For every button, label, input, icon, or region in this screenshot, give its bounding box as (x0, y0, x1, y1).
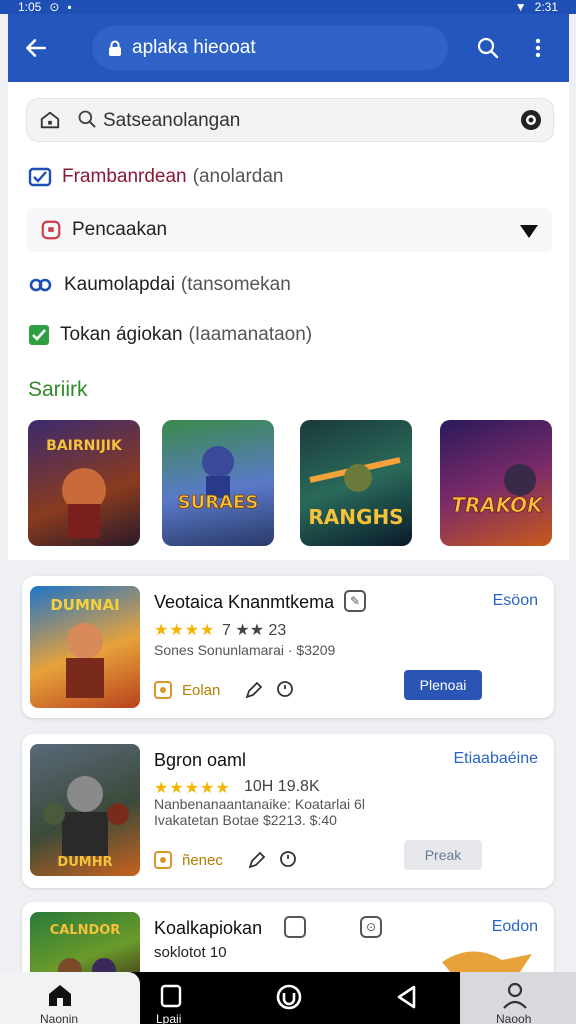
app-card-2-badge-row: ñenec (154, 850, 297, 870)
app-card-3-thumb-label: CALNDOR (50, 923, 121, 938)
edit-icon (245, 681, 263, 699)
search-icon (477, 37, 499, 59)
nav-profile-label: Naooh (496, 1012, 532, 1024)
edit-icon (248, 851, 266, 869)
home-outline-icon (40, 111, 60, 129)
featured-tile-4-label: TRAKOK (451, 493, 544, 517)
app-card-2-badge: ñenec (182, 851, 223, 869)
app-card-3-timer-icon: ⊙ (360, 916, 382, 938)
featured-tile-2[interactable]: SURAES (162, 420, 274, 546)
menu-row-3-label: Kaumolapdai (64, 274, 175, 295)
category-dropdown[interactable]: Pencaakan (26, 208, 552, 252)
app-card-2-stars: ★★★★★ (154, 780, 231, 797)
url-bar[interactable]: aplaka hieooat (92, 26, 448, 70)
back-arrow-icon (26, 39, 46, 57)
featured-tile-4[interactable]: TRAKOK (440, 420, 552, 546)
app-card-2-link[interactable]: Etiaabaéine (453, 750, 538, 768)
more-options-button[interactable] (520, 30, 556, 66)
menu-row-1-sub: (anolardan (192, 166, 284, 187)
app-card-1-badge: Eolan (182, 681, 221, 699)
app-card-2-rating: 10H 19.8K (244, 778, 320, 795)
back-nav-icon[interactable] (394, 984, 420, 1010)
nav-home-label: Naonin (40, 1012, 79, 1024)
lock-icon (109, 40, 121, 56)
app-card-1-link[interactable]: Esöon (493, 592, 538, 610)
main-panel: Satseanolangan Frambanrdean (anolardan Pe… (8, 82, 569, 560)
featured-tile-3-label: RANGHS (308, 505, 403, 529)
search-button[interactable] (470, 30, 506, 66)
app-card-2[interactable]: DUMHR Bgron oaml Etiaabaéine ★★★★★ 10H 1… (22, 734, 554, 888)
nav-profile[interactable]: Naooh (460, 972, 576, 1024)
status-time: 1:05 (18, 0, 42, 14)
search-bar[interactable]: Satseanolangan (26, 98, 554, 142)
center-logo-icon[interactable] (276, 984, 302, 1010)
app-card-1-meta: Sones Sonunlamarai · $3209 (154, 642, 336, 658)
app-card-2-thumb-label: DUMHR (57, 855, 112, 870)
menu-row-4[interactable]: Tokan ágiokan (Iaamanataon) (28, 324, 312, 346)
nav-tab-2-label: Lpaii (156, 1012, 182, 1024)
wifi-icon: ▼ (514, 0, 527, 14)
menu-row-3[interactable]: Kaumolapdai (tansomekan (28, 274, 291, 296)
app-card-2-title: Bgron oaml (154, 750, 247, 770)
lock-status-icon: ▪ (67, 0, 72, 14)
dropdown-label: Pencaakan (72, 219, 168, 240)
featured-tile-2-label: SURAES (178, 492, 259, 513)
featured-tile-1[interactable]: BAIRNIJIK (28, 420, 140, 546)
featured-tile-3[interactable]: RANGHS (300, 420, 412, 546)
app-card-1-rating: 7 ★★ 23 (222, 622, 287, 639)
app-card-1-thumb: DUMNAI (30, 586, 140, 708)
app-card-2-thumb: DUMHR (30, 744, 140, 876)
chevron-down-icon (520, 225, 538, 238)
app-card-3-title: Koalkapiokan (154, 918, 263, 938)
app-card-2-action-button[interactable]: Preak (404, 840, 482, 870)
app-card-3-tag-icon (284, 916, 306, 938)
check-green-icon (29, 325, 49, 345)
app-card-2-meta-1: Nanbenanaantanaike: Koatarlai 6l (154, 796, 365, 812)
app-bar: aplaka hieooat (8, 14, 569, 82)
search-icon (78, 110, 96, 128)
menu-row-4-label: Tokan ágiokan (60, 324, 183, 345)
battery-text: 2:31 (534, 0, 558, 14)
app-card-2-meta-2: Ivakatetan Botae $2213. $:40 (154, 812, 337, 828)
app-card-1-action-button[interactable]: Plenoai (404, 670, 482, 700)
more-vert-icon (535, 38, 541, 58)
app-card-1-badge-row: Eolan (154, 680, 294, 700)
featured-tiles: BAIRNIJIK SURAES RANGHS TRAKOK (28, 420, 554, 546)
checkbox-blue-icon (28, 167, 52, 187)
app-card-1[interactable]: DUMNAI Veotaica Knanmtkema ✎ Esöon ★★★★ … (22, 576, 554, 718)
menu-row-1-label: Frambanrdean (62, 166, 187, 187)
bottom-nav: Naonin Lpaii Naooh (0, 972, 576, 1024)
square-icon (160, 984, 182, 1008)
section-title: Sariirk (28, 378, 88, 401)
menu-row-4-sub: (Iaamanataon) (188, 324, 313, 345)
timer-icon (277, 681, 294, 697)
nav-home[interactable]: Naonin (0, 972, 140, 1024)
app-card-1-title: Veotaica Knanmtkema (154, 592, 335, 612)
featured-tile-1-label: BAIRNIJIK (46, 438, 123, 454)
lens-icon (521, 110, 541, 130)
menu-row-3-sub: (tansomekan (180, 274, 291, 295)
link-icon (29, 278, 52, 292)
person-icon (503, 982, 527, 1009)
badge-icon (154, 681, 172, 699)
search-query-text: Satseanolangan (103, 110, 241, 131)
status-bar: 1:05 ⊙ ▪ ▼ 2:31 (0, 0, 576, 14)
app-card-3-rating: soklotot 10 (154, 944, 227, 961)
badge-icon (154, 851, 172, 869)
url-text: aplaka hieooat (132, 37, 256, 58)
app-card-1-thumb-label: DUMNAI (50, 596, 119, 614)
calendar-red-icon (41, 220, 61, 240)
home-icon (49, 985, 71, 1006)
back-button[interactable] (8, 14, 64, 82)
timer-icon (279, 851, 296, 867)
app-card-1-stars: ★★★★ (154, 622, 216, 639)
app-card-1-tag-icon: ✎ (344, 590, 366, 612)
notification-icon: ⊙ (49, 0, 60, 14)
menu-row-1[interactable]: Frambanrdean (anolardan (28, 166, 283, 188)
